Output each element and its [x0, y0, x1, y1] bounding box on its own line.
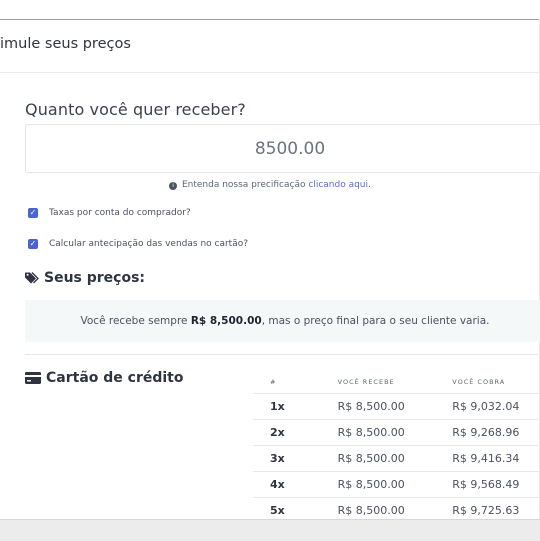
- buyer-fees-option[interactable]: ✓ Taxas por conta do comprador?: [28, 208, 191, 218]
- title-divider: [0, 72, 540, 73]
- advance-label: Calcular antecipação das vendas no cartã…: [49, 239, 249, 249]
- receive-info-prefix: Você recebe sempre: [80, 315, 191, 327]
- receive-info-box: Você recebe sempre R$ 8,500.00, mas o pr…: [25, 300, 540, 342]
- credit-card-icon: [25, 372, 41, 384]
- installments-cell: 4x: [253, 471, 321, 498]
- buyer-fees-label: Taxas por conta do comprador?: [49, 208, 191, 218]
- page-title: imule seus preços: [0, 36, 131, 52]
- info-circle-icon: i: [169, 182, 178, 190]
- table-row: 1x R$ 8,500.00 R$ 9,032.04: [253, 393, 540, 420]
- table-row: 2x R$ 8,500.00 R$ 9,268.96: [253, 419, 540, 446]
- pricing-info: i Entenda nossa precificação clicando aq…: [0, 180, 540, 190]
- receive-cell: R$ 8,500.00: [320, 393, 436, 420]
- bottom-bar: [0, 519, 540, 541]
- amount-question: Quanto você quer receber?: [25, 100, 246, 119]
- section-divider: [25, 354, 540, 355]
- receive-cell: R$ 8,500.00: [320, 445, 436, 472]
- receive-info-suffix: , mas o preço final para o seu cliente v…: [261, 315, 490, 327]
- pricing-info-link[interactable]: clicando aqui: [308, 180, 368, 190]
- charge-cell: R$ 9,568.49: [435, 471, 540, 498]
- buyer-fees-checkbox[interactable]: ✓: [28, 208, 38, 218]
- amount-input[interactable]: [25, 124, 540, 173]
- pricing-info-text: Entenda nossa precificação: [181, 180, 306, 190]
- column-header-charge: VOCÊ COBRA: [452, 378, 506, 386]
- table-header-row: # VOCÊ RECEBE VOCÊ COBRA: [253, 371, 540, 394]
- prices-heading-text: Seus preços:: [44, 270, 146, 286]
- charge-cell: R$ 9,268.96: [435, 419, 540, 446]
- installments-cell: 2x: [253, 419, 321, 446]
- prices-heading: Seus preços:: [25, 270, 145, 286]
- installments-cell: 1x: [253, 393, 321, 420]
- charge-cell: R$ 9,416.34: [435, 445, 540, 472]
- credit-card-heading-text: Cartão de crédito: [46, 370, 184, 386]
- receive-cell: R$ 8,500.00: [320, 419, 436, 446]
- tags-icon: [25, 272, 39, 284]
- advance-option[interactable]: ✓ Calcular antecipação das vendas no car…: [28, 239, 248, 249]
- advance-checkbox[interactable]: ✓: [28, 239, 38, 249]
- column-header-receive: VOCÊ RECEBE: [337, 378, 395, 386]
- installments-table: # VOCÊ RECEBE VOCÊ COBRA 1x R$ 8,500.00 …: [253, 371, 540, 523]
- receive-cell: R$ 8,500.00: [320, 471, 436, 498]
- credit-card-heading: Cartão de crédito: [25, 370, 183, 386]
- pricing-info-suffix: .: [368, 180, 371, 190]
- top-divider: [0, 19, 540, 20]
- table-row: 4x R$ 8,500.00 R$ 9,568.49: [253, 471, 540, 498]
- table-row: 3x R$ 8,500.00 R$ 9,416.34: [253, 445, 540, 472]
- column-header-installments: #: [270, 378, 277, 386]
- receive-info-amount: R$ 8,500.00: [190, 315, 262, 327]
- installments-cell: 3x: [253, 445, 321, 472]
- charge-cell: R$ 9,032.04: [435, 393, 540, 420]
